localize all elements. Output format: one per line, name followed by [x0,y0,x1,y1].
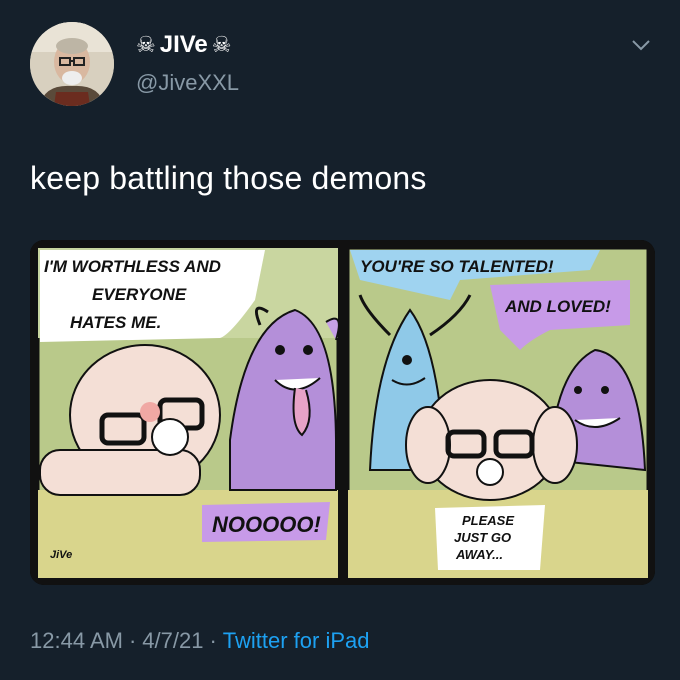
tweet-source-link[interactable]: Twitter for iPad [223,628,370,653]
skull-crossbones-icon: ☠ [211,32,232,57]
tweet-time[interactable]: 12:44 AM [30,628,123,653]
panel2-speech-bottom-line2: JUST GO [454,530,511,545]
panel1-speech-line3: HATES ME. [70,313,161,332]
skull-crossbones-icon: ☠ [136,32,156,57]
user-handle[interactable]: @JiveXXL [136,70,239,96]
panel1-speech-line2: EVERYONE [92,285,187,304]
tweet-text: keep battling those demons [30,160,427,196]
chevron-down-icon[interactable] [630,34,652,56]
comic-panel-1: I'M WORTHLESS AND EVERYONE HATES ME. NOO… [36,246,340,580]
avatar[interactable] [30,22,114,106]
avatar-image [30,22,114,106]
panel2-speech-left: YOU'RE SO TALENTED! [360,257,554,276]
display-name: JIVe [159,31,208,58]
artist-signature: JiVe [50,549,72,561]
meta-separator: · [209,628,217,653]
comic-panel-2: YOU'RE SO TALENTED! AND LOVED! PLEASE JU… [346,246,650,580]
panel1-speech-line1: I'M WORTHLESS AND [44,257,221,276]
user-name-row[interactable]: ☠ JIVe ☠ [136,31,232,59]
tweet-media-image[interactable]: I'M WORTHLESS AND EVERYONE HATES ME. NOO… [30,240,655,585]
meta-separator: · [128,628,137,653]
panel2-speech-bottom-line1: PLEASE [462,513,514,528]
panel2-speech-bottom-line3: AWAY... [455,547,503,562]
tweet-date[interactable]: 4/7/21 [142,628,203,653]
tweet-meta: 12:44 AM · 4/7/21 · Twitter for iPad [30,628,370,654]
panel1-speech-bottom: NOOOOO! [212,512,321,537]
panel2-speech-right: AND LOVED! [504,297,611,316]
